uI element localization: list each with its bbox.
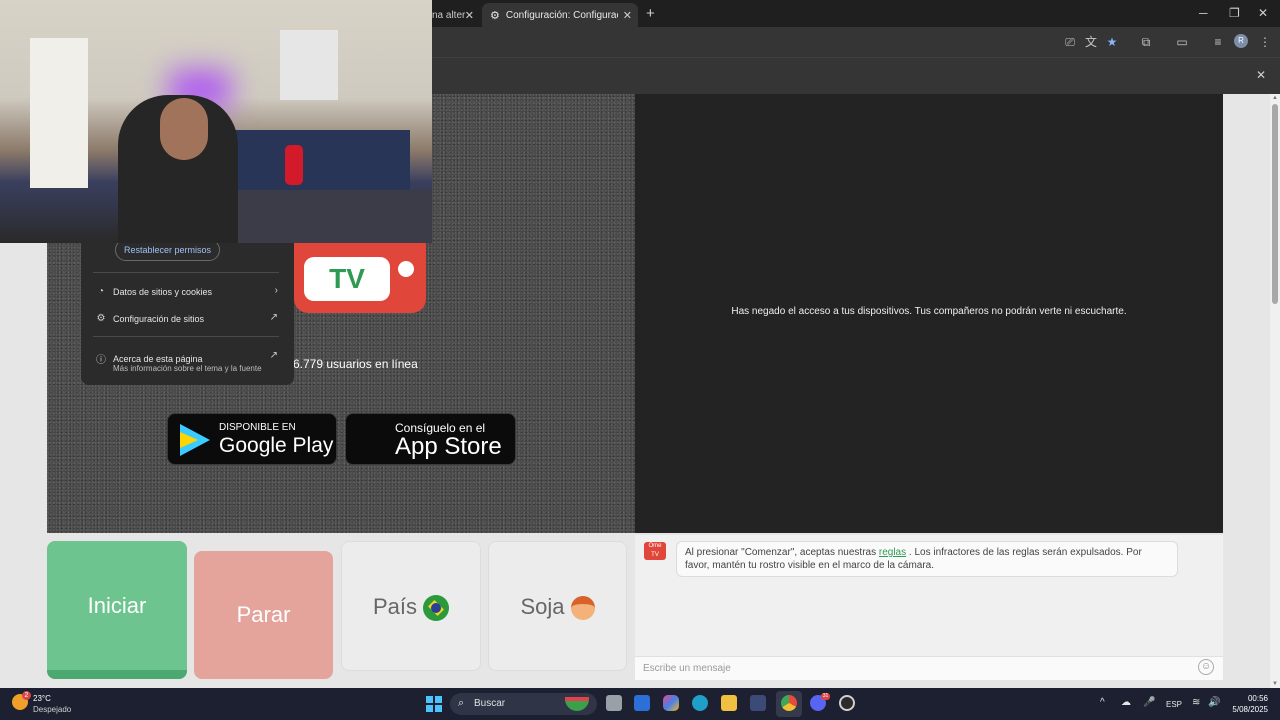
- tray-chevron-icon[interactable]: ^: [1100, 697, 1105, 708]
- chat-message-input[interactable]: Escribe un mensaje: [635, 656, 1223, 680]
- chevron-right-icon: ›: [274, 285, 278, 296]
- divider: [93, 336, 279, 337]
- app-store-button[interactable]: Consíguelo en el App Store: [345, 413, 516, 465]
- search-icon: ⌕: [458, 697, 465, 709]
- scroll-down-icon[interactable]: ▼: [1272, 681, 1278, 687]
- restore-button[interactable]: ❐: [1229, 6, 1240, 20]
- info-icon: ⓘ: [96, 355, 106, 366]
- webcam-microphone: [285, 145, 303, 185]
- menu-icon[interactable]: ⋮: [1258, 35, 1272, 49]
- scrollbar-thumb[interactable]: [1272, 104, 1278, 304]
- clock[interactable]: 00:56 5/08/2025: [1228, 693, 1268, 715]
- rules-link[interactable]: reglas: [879, 547, 906, 558]
- store-icon[interactable]: [750, 695, 766, 711]
- site-data-label: Datos de sitios y cookies: [113, 286, 213, 297]
- chat-system-message: Al presionar "Comenzar", aceptas nuestra…: [676, 541, 1178, 577]
- close-icon[interactable]: ✕: [1256, 68, 1266, 82]
- app-store-big: App Store: [395, 433, 502, 460]
- pen-app-icon[interactable]: [634, 695, 650, 711]
- task-view-icon[interactable]: [606, 695, 622, 711]
- tab-previous[interactable]: na alter ✕: [428, 3, 480, 27]
- minimize-button[interactable]: ─: [1199, 6, 1208, 20]
- webcam-bed: [210, 130, 410, 190]
- time: 00:56: [1247, 694, 1268, 703]
- logo-text: TV: [304, 257, 390, 301]
- tab-previous-label: na alter: [432, 9, 466, 21]
- brazil-flag-icon: [423, 595, 450, 622]
- obs-icon[interactable]: [839, 695, 855, 711]
- google-play-icon-inner: [180, 432, 198, 448]
- translate-icon[interactable]: 文: [1084, 35, 1098, 49]
- copilot-icon[interactable]: [663, 695, 679, 711]
- weather-badge: 2: [22, 691, 31, 700]
- boy-face-icon: [570, 596, 595, 621]
- denied-message: Has negado el acceso a tus dispositivos.…: [731, 306, 1127, 317]
- watermelon-icon: [565, 697, 589, 711]
- webcam-door: [30, 38, 88, 188]
- date: 5/08/2025: [1232, 705, 1268, 714]
- scroll-up-icon[interactable]: ▲: [1272, 95, 1278, 101]
- extensions-icon[interactable]: ⧉: [1139, 35, 1153, 49]
- wifi-icon[interactable]: ≋: [1192, 697, 1200, 708]
- close-icon[interactable]: ✕: [623, 9, 632, 22]
- edge-icon[interactable]: [692, 695, 708, 711]
- microphone-icon[interactable]: 🎤: [1143, 697, 1155, 708]
- temperature: 23°C: [33, 694, 51, 703]
- weather-condition: Despejado: [33, 705, 72, 714]
- start-button[interactable]: Iniciar: [47, 541, 187, 679]
- new-tab-button[interactable]: +: [646, 5, 655, 22]
- google-play-button[interactable]: DISPONIBLE EN Google Play: [167, 413, 337, 465]
- country-button[interactable]: País: [341, 541, 481, 671]
- bookmark-star-icon[interactable]: ★: [1105, 35, 1119, 49]
- online-count: 6.779 usuarios en línea: [293, 357, 418, 371]
- media-icon[interactable]: ≡: [1211, 35, 1225, 49]
- country-label: País: [372, 594, 418, 619]
- stop-button[interactable]: Parar: [194, 551, 333, 679]
- google-play-small: DISPONIBLE EN: [219, 422, 296, 433]
- external-link-icon: ↗: [269, 350, 278, 361]
- search-label: Buscar: [474, 698, 506, 709]
- google-play-big: Google Play: [219, 434, 334, 457]
- site-data-item[interactable]: ◔ Datos de sitios y cookies: [95, 286, 212, 297]
- webcam-desk: [210, 190, 432, 243]
- chrome-icon[interactable]: [781, 695, 797, 711]
- message-text-before: Al presionar "Comenzar", aceptas nuestra…: [685, 547, 879, 558]
- volume-icon[interactable]: 🔊: [1208, 697, 1220, 708]
- webcam-overlay: [0, 0, 432, 243]
- site-settings-item[interactable]: ⚙ Configuración de sitios: [95, 313, 205, 324]
- chat-logo: Ome TV: [644, 542, 666, 560]
- webcam-window: [280, 30, 338, 100]
- tab-settings-label: Configuración: Configuración d: [505, 9, 618, 21]
- tab-settings[interactable]: ⚙ Configuración: Configuración d ✕: [482, 3, 638, 27]
- scrollbar[interactable]: ▲ ▼: [1270, 94, 1280, 688]
- cast-icon[interactable]: ⎚: [1063, 35, 1077, 49]
- webcam-person-head: [160, 98, 208, 160]
- gender-button[interactable]: Soja: [488, 541, 627, 671]
- gear-icon: ⚙: [96, 313, 106, 324]
- external-link-icon: ↗: [269, 312, 278, 323]
- ometv-logo: TV: [294, 243, 426, 313]
- about-page-label: Acerca de esta página: [113, 353, 203, 364]
- profile-avatar[interactable]: R: [1234, 34, 1248, 48]
- about-page-sub: Más información sobre el tema y la fuent…: [113, 364, 262, 373]
- file-explorer-icon[interactable]: [721, 695, 737, 711]
- logo-knob: [398, 261, 414, 277]
- site-settings-label: Configuración de sitios: [113, 313, 205, 324]
- cloud-icon[interactable]: ☁: [1121, 697, 1131, 708]
- divider: [93, 272, 279, 273]
- language-indicator[interactable]: ESP: [1166, 700, 1182, 709]
- site-info-popup: Restablecer permisos ◔ Datos de sitios y…: [81, 239, 294, 385]
- close-icon[interactable]: ✕: [465, 9, 474, 22]
- cookie-icon: ◔: [97, 286, 105, 297]
- discord-badge: 31: [821, 693, 830, 700]
- emoji-icon[interactable]: ☺: [1198, 659, 1214, 675]
- sidepanel-icon[interactable]: ▭: [1175, 35, 1189, 49]
- gear-icon: ⚙: [490, 9, 500, 22]
- taskbar-search[interactable]: ⌕ Buscar: [450, 693, 597, 715]
- close-window-button[interactable]: ✕: [1258, 6, 1268, 20]
- windows-start-icon[interactable]: [426, 696, 442, 712]
- gender-label: Soja: [520, 594, 565, 619]
